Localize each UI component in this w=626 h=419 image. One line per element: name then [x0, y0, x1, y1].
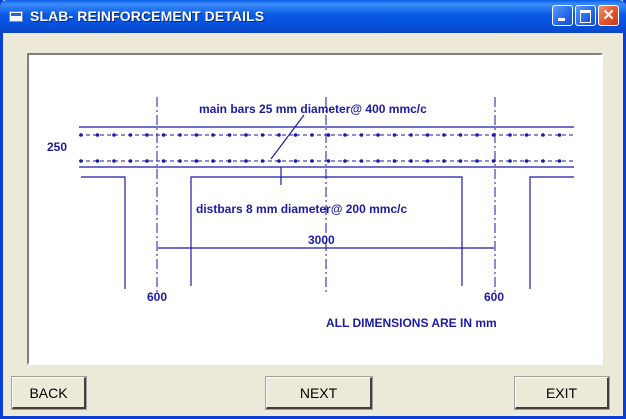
top-rebar-dot	[95, 133, 100, 137]
right-support-outline	[529, 176, 574, 289]
top-rebar-dot	[112, 133, 116, 137]
span-label: 3000	[308, 233, 335, 247]
minimize-icon	[558, 18, 565, 21]
bottom-rebar-dot	[392, 159, 397, 163]
top-rebar-dot	[508, 133, 512, 137]
top-rebar-dot	[211, 133, 215, 137]
bottom-rebar-dot	[244, 159, 248, 163]
bottom-rebar-dot	[227, 159, 232, 163]
slab-drawing: main bars 25 mm diameter@ 400 mmc/c dist…	[47, 97, 574, 330]
bottom-rebar-dot	[541, 159, 545, 163]
top-rebar-dot	[277, 133, 281, 137]
top-rebar-dot	[244, 133, 248, 137]
bottom-rebar-dot	[557, 159, 562, 163]
exit-button[interactable]: EXIT	[514, 376, 610, 410]
bottom-rebar-dot	[194, 159, 199, 163]
bottom-rebar-dot	[128, 159, 133, 163]
top-rebar-dot	[326, 133, 331, 137]
bottom-rebar-dot	[277, 159, 281, 163]
maximize-button[interactable]	[575, 5, 596, 26]
top-rebar-dot	[343, 133, 347, 137]
bottom-rebar-dot	[95, 159, 100, 163]
bottom-rebar-dot	[178, 159, 182, 163]
top-rebar-dot	[425, 133, 430, 137]
bottom-rebar-dot	[491, 159, 496, 163]
bottom-rebar-dot	[458, 159, 463, 163]
bottom-rebar-dot	[508, 159, 512, 163]
title-bar[interactable]: SLAB- REINFORCEMENT DETAILS ✕	[0, 0, 626, 33]
top-rebar-dot	[392, 133, 397, 137]
dist-bars-label: distbars 8 mm diameter@ 200 mmc/c	[196, 202, 407, 216]
top-rebar-dot	[491, 133, 496, 137]
top-rebar-dot	[475, 133, 479, 137]
top-rebar-dot	[260, 133, 265, 137]
top-rebar-dot	[458, 133, 463, 137]
app-window: SLAB- REINFORCEMENT DETAILS ✕ main bars …	[0, 0, 626, 419]
bottom-rebar-dot	[359, 159, 364, 163]
main-bars-leader	[270, 114, 305, 160]
bottom-rebar-dot	[145, 159, 149, 163]
top-rebar-dot	[524, 133, 529, 137]
top-rebar-dot	[194, 133, 199, 137]
top-rebar-dot	[161, 133, 166, 137]
bottom-rebar-dot	[260, 159, 265, 163]
top-rebar-dot	[145, 133, 149, 137]
top-rebar-dot	[557, 133, 562, 137]
main-bars-label: main bars 25 mm diameter@ 400 mmc/c	[199, 102, 427, 116]
units-note: ALL DIMENSIONS ARE IN mm	[326, 316, 497, 330]
top-rebar-dot	[442, 133, 446, 137]
top-rebar-dot	[359, 133, 364, 137]
window-icon[interactable]	[9, 11, 23, 22]
bottom-rebar-dot	[524, 159, 529, 163]
top-rebar-dot	[79, 133, 83, 137]
left-support-outline	[81, 176, 126, 289]
bottom-rebar-dot	[343, 159, 347, 163]
close-icon: ✕	[602, 7, 615, 24]
top-rebar-dot	[376, 133, 380, 137]
maximize-icon	[580, 10, 591, 23]
bottom-rebar-dot	[310, 159, 314, 163]
top-rebar-dot	[541, 133, 545, 137]
bottom-rebar-dot	[112, 159, 116, 163]
minimize-button[interactable]	[552, 5, 573, 26]
bottom-rebar-dot	[475, 159, 479, 163]
top-rebar-dot	[409, 133, 413, 137]
top-rebar-dot	[310, 133, 314, 137]
bottom-rebar-dot	[211, 159, 215, 163]
bottom-rebar-dot	[79, 159, 83, 163]
close-button[interactable]: ✕	[598, 5, 619, 26]
bottom-rebar-dot	[161, 159, 166, 163]
right-support-label: 600	[484, 290, 504, 304]
drawing-panel: main bars 25 mm diameter@ 400 mmc/c dist…	[27, 53, 603, 365]
next-button[interactable]: NEXT	[265, 376, 373, 410]
top-rebar-dot	[293, 133, 298, 137]
slab-thickness-label: 250	[47, 140, 67, 154]
bottom-rebar-dot	[376, 159, 380, 163]
left-support-label: 600	[147, 290, 167, 304]
bottom-rebar-dot	[425, 159, 430, 163]
back-button[interactable]: BACK	[11, 376, 87, 410]
top-rebar-dot	[178, 133, 182, 137]
bottom-rebar-dot	[409, 159, 413, 163]
bottom-rebar-dot	[326, 159, 331, 163]
top-rebar-dot	[128, 133, 133, 137]
window-title: SLAB- REINFORCEMENT DETAILS	[30, 8, 265, 24]
bottom-rebar-dot	[442, 159, 446, 163]
top-rebar-dot	[227, 133, 232, 137]
bottom-rebar-dot	[293, 159, 298, 163]
